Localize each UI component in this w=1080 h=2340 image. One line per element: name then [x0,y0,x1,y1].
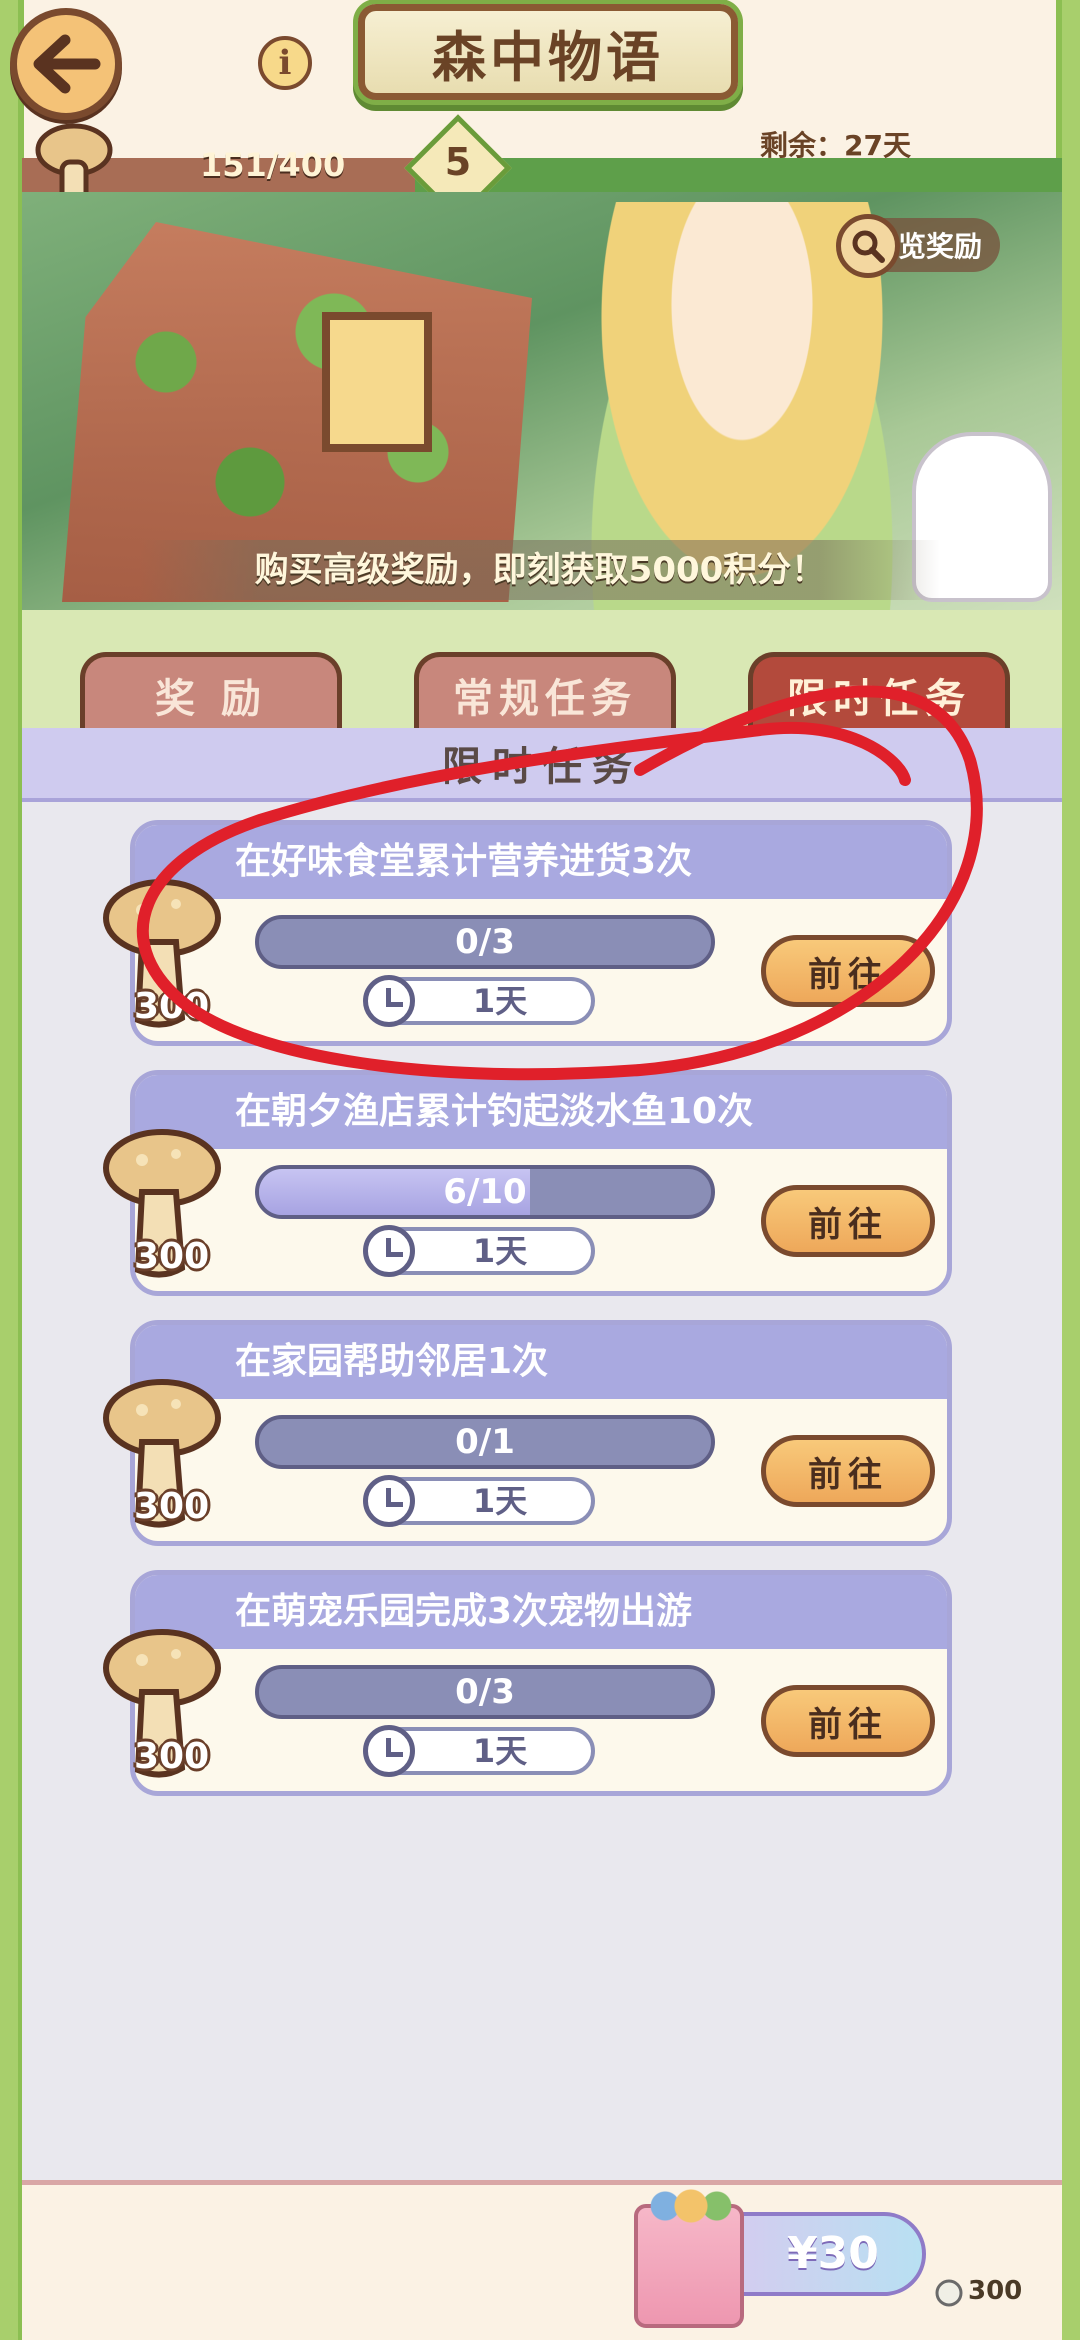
task-card: 在好味食堂累计营养进货3次 0/3 1天 前往 [130,820,952,1046]
task-progress-bar: 6/10 [255,1165,715,1219]
arrow-left-icon [33,34,101,94]
clock-icon [363,1225,415,1277]
info-button[interactable]: i [258,36,312,90]
task-reward-amount: 300 [134,986,210,1027]
task-title: 在朝夕渔店累计钓起淡水鱼10次 [135,1075,947,1149]
gift-box-icon [634,2186,744,2328]
tab-rewards[interactable]: 奖 励 [80,652,342,732]
level-progress-text: 151/400 [200,146,346,184]
task-card: 在朝夕渔店累计钓起淡水鱼10次 6/10 1天 前往 [130,1070,952,1296]
section-title: 限时任务 [22,728,1062,802]
tab-limited-tasks[interactable]: 限时任务 [748,652,1010,732]
tab-regular-tasks[interactable]: 常规任务 [414,652,676,732]
task-progress-text: 0/1 [455,1422,515,1462]
banner-ivy-art [82,272,502,572]
task-reward-amount: 300 [134,1236,210,1277]
go-button[interactable]: 前往 [761,1185,935,1257]
task-progress-text: 6/10 [443,1172,527,1212]
clock-icon [363,1725,415,1777]
level-number: 5 [444,140,472,184]
token-icon [935,2279,963,2307]
task-progress-bar: 0/1 [255,1415,715,1469]
token-count: 300 [968,2276,1023,2306]
banner-caption: 购买高级奖励，即刻获取5000积分！ [140,540,940,600]
page-title: 森中物语 [358,4,738,100]
task-progress-bar: 0/3 [255,1665,715,1719]
back-button[interactable] [10,8,122,120]
clock-icon [363,975,415,1027]
banner-window-art [322,312,432,452]
go-button[interactable]: 前往 [761,1685,935,1757]
task-progress-bar: 0/3 [255,915,715,969]
clock-icon [363,1475,415,1527]
go-button[interactable]: 前往 [761,1435,935,1507]
task-reward-amount: 300 [134,1486,210,1527]
task-card: 在萌宠乐园完成3次宠物出游 0/3 1天 前往 [130,1570,952,1796]
magnifier-icon [836,214,900,278]
task-title: 在家园帮助邻居1次 [135,1325,947,1399]
go-button[interactable]: 前往 [761,935,935,1007]
task-progress-text: 0/3 [455,1672,515,1712]
task-card: 在家园帮助邻居1次 0/1 1天 前往 [130,1320,952,1546]
task-title: 在萌宠乐园完成3次宠物出游 [135,1575,947,1649]
task-title: 在好味食堂累计营养进货3次 [135,825,947,899]
info-icon: i [278,43,292,83]
task-progress-text: 0/3 [455,922,515,962]
task-reward-amount: 300 [134,1736,210,1777]
